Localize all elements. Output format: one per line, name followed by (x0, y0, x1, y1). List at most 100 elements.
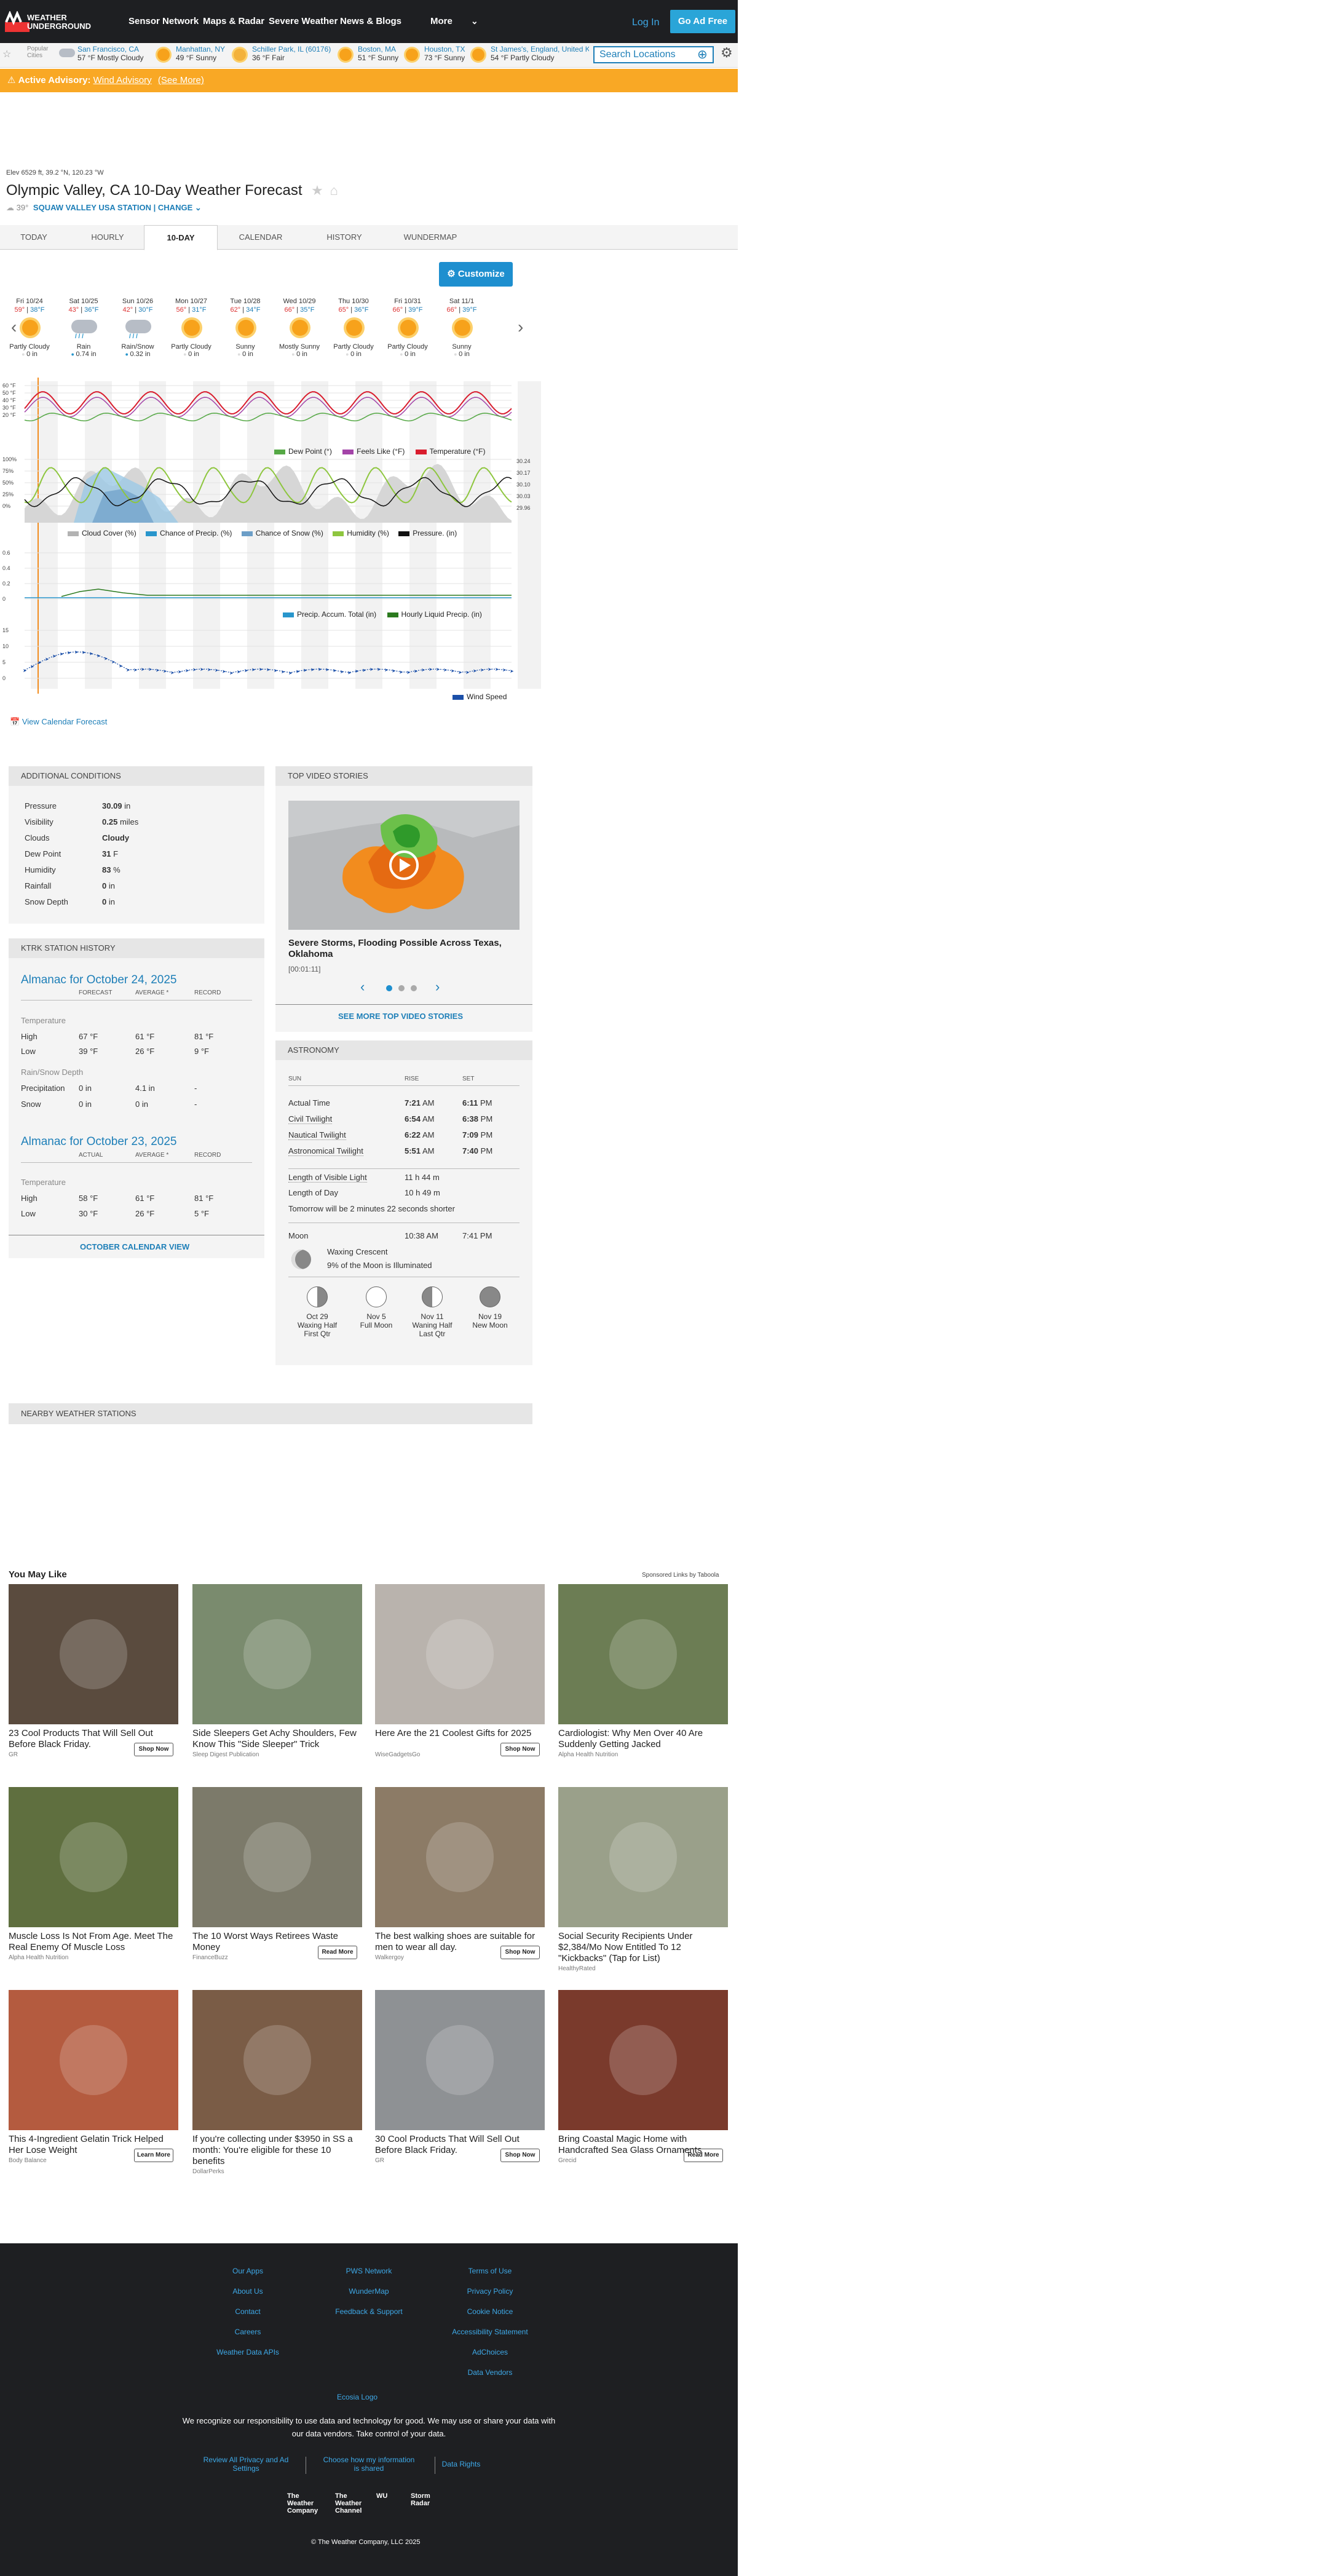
login-link[interactable]: Log In (632, 17, 659, 28)
chevron-down-icon[interactable]: ⌄ (471, 16, 478, 26)
ad-image[interactable] (375, 1584, 545, 1724)
nav-news-blogs[interactable]: News & Blogs (340, 16, 401, 26)
forecast-day[interactable]: Mon 10/27 56° | 31°F Partly Cloudy ● 0 in (167, 298, 216, 358)
forecast-day[interactable]: Fri 10/31 66° | 39°F Partly Cloudy ● 0 in (383, 298, 432, 358)
footer-link[interactable]: Contact (192, 2307, 303, 2316)
city-san-francisco[interactable]: San Francisco, CA 57 °F Mostly Cloudy (59, 45, 144, 62)
ad-image[interactable] (558, 1990, 728, 2130)
brand-logo[interactable]: WU (376, 2492, 416, 2500)
ad-image[interactable] (558, 1787, 728, 1927)
chevron-down-icon[interactable]: ⌄ (195, 203, 202, 212)
ad-title[interactable]: Cardiologist: Why Men Over 40 Are Sudden… (558, 1728, 728, 1750)
forecast-day[interactable]: Fri 10/24 59° | 38°F Partly Cloudy ● 0 in (5, 298, 54, 358)
tab-today[interactable]: TODAY (18, 225, 49, 250)
brand-logo[interactable]: The Weather Company (287, 2492, 326, 2515)
star-icon[interactable]: ☆ (2, 48, 11, 60)
ad-image[interactable] (9, 1584, 178, 1724)
footer-link[interactable]: Terms of Use (435, 2267, 545, 2275)
tab-10-day[interactable]: 10-DAY (144, 225, 218, 250)
footer-link[interactable]: Careers (192, 2328, 303, 2336)
ad-title[interactable]: Here Are the 21 Coolest Gifts for 2025 (375, 1728, 545, 1739)
city-houston[interactable]: Houston, TX 73 °F Sunny (405, 45, 465, 62)
tab-hourly[interactable]: HOURLY (86, 225, 129, 250)
taboola-credit[interactable]: Sponsored Links by Taboola (642, 1572, 719, 1579)
tab-history[interactable]: HISTORY (320, 225, 369, 250)
footer-link[interactable]: About Us (192, 2287, 303, 2296)
ad-image[interactable] (558, 1584, 728, 1724)
footer-link[interactable]: Feedback & Support (314, 2307, 424, 2316)
see-more-link[interactable]: (See More) (158, 75, 204, 85)
footer-link[interactable]: Weather Data APIs (192, 2348, 303, 2356)
city-st-james[interactable]: St James's, England, United K 54 °F Part… (471, 45, 589, 62)
city-manhattan[interactable]: Manhattan, NY 49 °F Sunny (156, 45, 225, 62)
nav-maps-radar[interactable]: Maps & Radar (203, 16, 264, 26)
ad-cta-button[interactable]: Shop Now (500, 1946, 540, 1959)
ad-cta-button[interactable]: Read More (684, 2149, 723, 2162)
ad-title[interactable]: Muscle Loss Is Not From Age. Meet The Re… (9, 1931, 178, 1953)
nav-severe-weather[interactable]: Severe Weather (269, 16, 338, 26)
ad-image[interactable] (192, 1990, 362, 2130)
wind-advisory-link[interactable]: Wind Advisory (93, 75, 152, 85)
locate-icon[interactable]: ⊕ (697, 47, 708, 62)
tab-wundermap[interactable]: WUNDERMAP (400, 225, 461, 250)
video-thumbnail[interactable] (288, 801, 520, 930)
footer-link[interactable]: Cookie Notice (435, 2307, 545, 2316)
video-headline[interactable]: Severe Storms, Flooding Possible Across … (288, 938, 520, 960)
privacy-link[interactable]: Data Rights (415, 2460, 507, 2468)
chevron-right-icon[interactable]: › (435, 979, 440, 995)
ad-cta-button[interactable]: Learn More (134, 2149, 173, 2162)
tab-calendar[interactable]: CALENDAR (236, 225, 285, 250)
footer-link[interactable]: Data Vendors (435, 2368, 545, 2377)
city-boston[interactable]: Boston, MA 51 °F Sunny (338, 45, 398, 62)
privacy-link[interactable]: Review All Privacy and Ad Settings (200, 2455, 292, 2473)
ad-cta-button[interactable]: Shop Now (500, 2149, 540, 2162)
footer-link[interactable]: WunderMap (314, 2287, 424, 2296)
privacy-link[interactable]: Choose how my information is shared (323, 2455, 415, 2473)
chevron-left-icon[interactable]: ‹ (360, 979, 365, 995)
forecast-day[interactable]: Thu 10/30 65° | 36°F Partly Cloudy ● 0 in (329, 298, 378, 358)
ad-image[interactable] (375, 1787, 545, 1927)
ad-image[interactable] (192, 1584, 362, 1724)
forecast-day[interactable]: Tue 10/28 62° | 34°F Sunny ● 0 in (221, 298, 270, 358)
go-ad-free-button[interactable]: Go Ad Free (670, 10, 735, 33)
ad-title[interactable]: Social Security Recipients Under $2,384/… (558, 1931, 728, 1964)
carousel-dot[interactable] (411, 985, 417, 991)
see-more-videos-link[interactable]: SEE MORE TOP VIDEO STORIES (338, 1012, 463, 1021)
search-input[interactable]: Search Locations (593, 46, 714, 63)
ad-title[interactable]: Side Sleepers Get Achy Shoulders, Few Kn… (192, 1728, 362, 1750)
footer-link[interactable]: Accessibility Statement (435, 2328, 545, 2336)
ad-title[interactable]: If you're collecting under $3950 in SS a… (192, 2134, 362, 2167)
customize-button[interactable]: ⚙ Customize (439, 262, 513, 287)
forecast-day[interactable]: Sat 10/25 43° | 36°F / / / Rain ● 0.74 in (59, 298, 108, 358)
forecast-day[interactable]: Sat 11/1 66° | 39°F Sunny ● 0 in (437, 298, 486, 358)
carousel-dot[interactable] (398, 985, 405, 991)
ad-image[interactable] (9, 1990, 178, 2130)
footer-link[interactable]: Privacy Policy (435, 2287, 545, 2296)
october-calendar-link[interactable]: OCTOBER CALENDAR VIEW (80, 1242, 189, 1251)
footer-link[interactable]: AdChoices (435, 2348, 545, 2356)
carousel-dot-active[interactable] (386, 985, 392, 991)
ad-cta-button[interactable]: Read More (318, 1946, 357, 1959)
ad-image[interactable] (192, 1787, 362, 1927)
chevron-right-icon[interactable]: › (518, 317, 523, 337)
nav-more[interactable]: More (430, 16, 453, 26)
footer-link[interactable]: Our Apps (192, 2267, 303, 2275)
city-schiller-park[interactable]: Schiller Park, IL (60176) 36 °F Fair (232, 45, 331, 62)
favorite-star-icon[interactable]: ★ (311, 183, 323, 198)
calendar-forecast-link[interactable]: 📅 View Calendar Forecast (10, 717, 107, 727)
ad-image[interactable] (375, 1990, 545, 2130)
forecast-day[interactable]: Wed 10/29 66° | 35°F Mostly Sunny ● 0 in (275, 298, 324, 358)
station-name[interactable]: SQUAW VALLEY USA STATION | CHANGE (33, 203, 192, 212)
wu-logo[interactable]: WEATHER UNDERGROUND (5, 6, 109, 37)
gear-icon[interactable]: ⚙ (721, 45, 733, 61)
ad-cta-button[interactable]: Shop Now (134, 1743, 173, 1756)
station-selector[interactable]: ☁ 39° SQUAW VALLEY USA STATION | CHANGE … (6, 203, 202, 213)
home-icon[interactable]: ⌂ (330, 183, 338, 198)
ad-cta-button[interactable]: Shop Now (500, 1743, 540, 1756)
brand-logo[interactable]: Storm Radar (411, 2492, 450, 2507)
ecosia-logo[interactable]: Ecosia Logo (337, 2393, 377, 2401)
brand-logo[interactable]: The Weather Channel (335, 2492, 374, 2515)
ad-image[interactable] (9, 1787, 178, 1927)
nav-sensor-network[interactable]: Sensor Network (128, 16, 199, 26)
forecast-day[interactable]: Sun 10/26 42° | 30°F / / / Rain/Snow ● 0.32 … (113, 298, 162, 358)
